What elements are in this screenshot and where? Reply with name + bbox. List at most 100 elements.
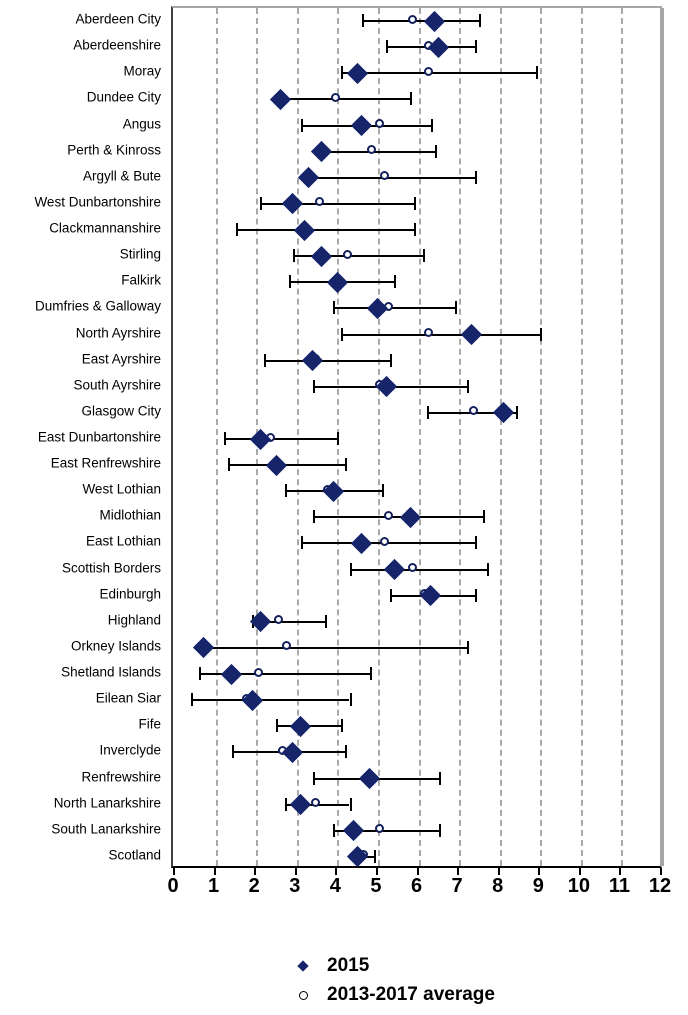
category-label: Glasgow City xyxy=(81,403,161,419)
category-label: West Lothian xyxy=(82,481,161,497)
ci-cap-high xyxy=(369,667,372,681)
ci-cap-high xyxy=(422,249,425,263)
ci-cap-high xyxy=(349,693,352,707)
x-tick-0 xyxy=(173,868,175,875)
x-tick-label: 11 xyxy=(608,875,630,897)
value-2015-marker xyxy=(493,402,515,424)
average-marker xyxy=(375,824,385,834)
average-marker xyxy=(407,14,417,24)
average-marker xyxy=(310,798,320,808)
average-marker xyxy=(274,615,284,625)
confidence-interval-line xyxy=(264,359,391,362)
legend: 2015 2013-2017 average xyxy=(279,952,609,1010)
ci-cap-low xyxy=(300,536,303,550)
category-label: South Lanarkshire xyxy=(51,821,161,837)
category-label: Scottish Borders xyxy=(61,559,161,575)
gridline-10 xyxy=(580,8,583,866)
category-label: Aberdeenshire xyxy=(73,37,161,53)
x-tick-label: 9 xyxy=(532,875,544,897)
confidence-interval-line xyxy=(304,176,476,179)
ci-cap-high xyxy=(479,14,482,28)
category-label: Dumfries & Galloway xyxy=(34,298,161,314)
x-tick-label: 12 xyxy=(648,875,672,897)
value-2015-marker xyxy=(298,167,320,189)
average-marker xyxy=(383,510,393,520)
x-tick-label: 3 xyxy=(289,875,301,897)
value-2015-marker xyxy=(424,10,446,32)
average-marker xyxy=(330,92,340,102)
confidence-interval-line xyxy=(317,150,435,153)
ci-cap-high xyxy=(540,327,543,341)
category-label: Eilean Siar xyxy=(95,690,161,706)
legend-item-2015: 2015 xyxy=(279,952,369,980)
x-tick-9 xyxy=(538,868,541,875)
confidence-interval-line xyxy=(333,307,456,310)
category-label: Falkirk xyxy=(121,272,161,288)
average-marker xyxy=(379,171,389,181)
x-tick-8 xyxy=(497,868,500,875)
ci-cap-high xyxy=(434,144,437,158)
ci-cap-low xyxy=(288,275,291,289)
x-axis: 0 1 2 3 4 5 6 7 8 9 10 11 12 xyxy=(167,868,671,902)
ci-cap-high xyxy=(345,458,348,472)
ci-cap-high xyxy=(394,275,397,289)
ci-cap-low xyxy=(264,353,267,367)
ci-cap-low xyxy=(386,40,389,54)
category-label: Renfrewshire xyxy=(81,768,161,784)
ci-cap-low xyxy=(284,484,287,498)
average-marker xyxy=(468,406,478,416)
category-label: North Lanarkshire xyxy=(53,794,161,810)
ci-cap-high xyxy=(467,379,470,393)
average-marker xyxy=(253,667,263,677)
ci-cap-high xyxy=(430,118,433,132)
forest-plot-chart: Aberdeen City Aberdeenshire Moray Dundee Ci… xyxy=(0,0,688,1015)
ci-cap-high xyxy=(475,536,478,550)
average-marker xyxy=(282,641,292,651)
x-tick-7 xyxy=(457,868,460,875)
category-label: Aberdeen City xyxy=(75,11,161,27)
ci-cap-high xyxy=(414,223,417,237)
value-2015-marker xyxy=(290,715,312,737)
x-tick-label: 2 xyxy=(248,875,260,897)
category-label: Dundee City xyxy=(86,89,161,105)
ci-cap-low xyxy=(312,510,315,524)
ci-cap-high xyxy=(536,66,539,80)
category-label: West Dunbartonshire xyxy=(34,194,161,210)
gridline-11 xyxy=(621,8,624,866)
x-tick-3 xyxy=(294,868,297,875)
ci-cap-low xyxy=(235,223,238,237)
confidence-interval-line xyxy=(312,516,484,519)
ci-cap-low xyxy=(300,118,303,132)
x-tick-5 xyxy=(375,868,378,875)
category-label-column: Aberdeen City Aberdeenshire Moray Dundee Ci… xyxy=(0,6,166,868)
x-tick-label: 10 xyxy=(567,875,590,897)
gridline-3 xyxy=(296,8,299,866)
ci-cap-low xyxy=(223,432,226,445)
average-marker xyxy=(367,145,377,155)
ci-cap-low xyxy=(390,588,393,602)
value-2015-marker xyxy=(322,480,344,502)
value-2015-marker xyxy=(428,36,450,58)
ci-cap-high xyxy=(438,771,441,785)
ci-cap-high xyxy=(410,92,413,106)
category-label: Angus xyxy=(122,115,161,131)
category-label: East Renfrewshire xyxy=(50,455,161,471)
ci-cap-high xyxy=(475,40,478,54)
value-2015-marker xyxy=(310,245,332,267)
value-2015-marker xyxy=(347,62,369,84)
average-marker xyxy=(314,197,324,207)
ci-cap-low xyxy=(361,14,364,28)
gridline-9 xyxy=(540,8,543,866)
category-label: Highland xyxy=(107,612,161,628)
ci-cap-high xyxy=(373,849,376,863)
circle-marker-icon xyxy=(279,990,327,1000)
ci-cap-low xyxy=(199,667,202,681)
ci-cap-high xyxy=(345,745,348,759)
category-label: Orkney Islands xyxy=(70,638,161,654)
average-marker xyxy=(375,119,385,129)
ci-cap-high xyxy=(487,562,490,576)
ci-cap-low xyxy=(227,458,230,472)
ci-cap-high xyxy=(390,353,393,367)
ci-cap-high xyxy=(381,484,384,498)
ci-cap-low xyxy=(333,823,336,837)
